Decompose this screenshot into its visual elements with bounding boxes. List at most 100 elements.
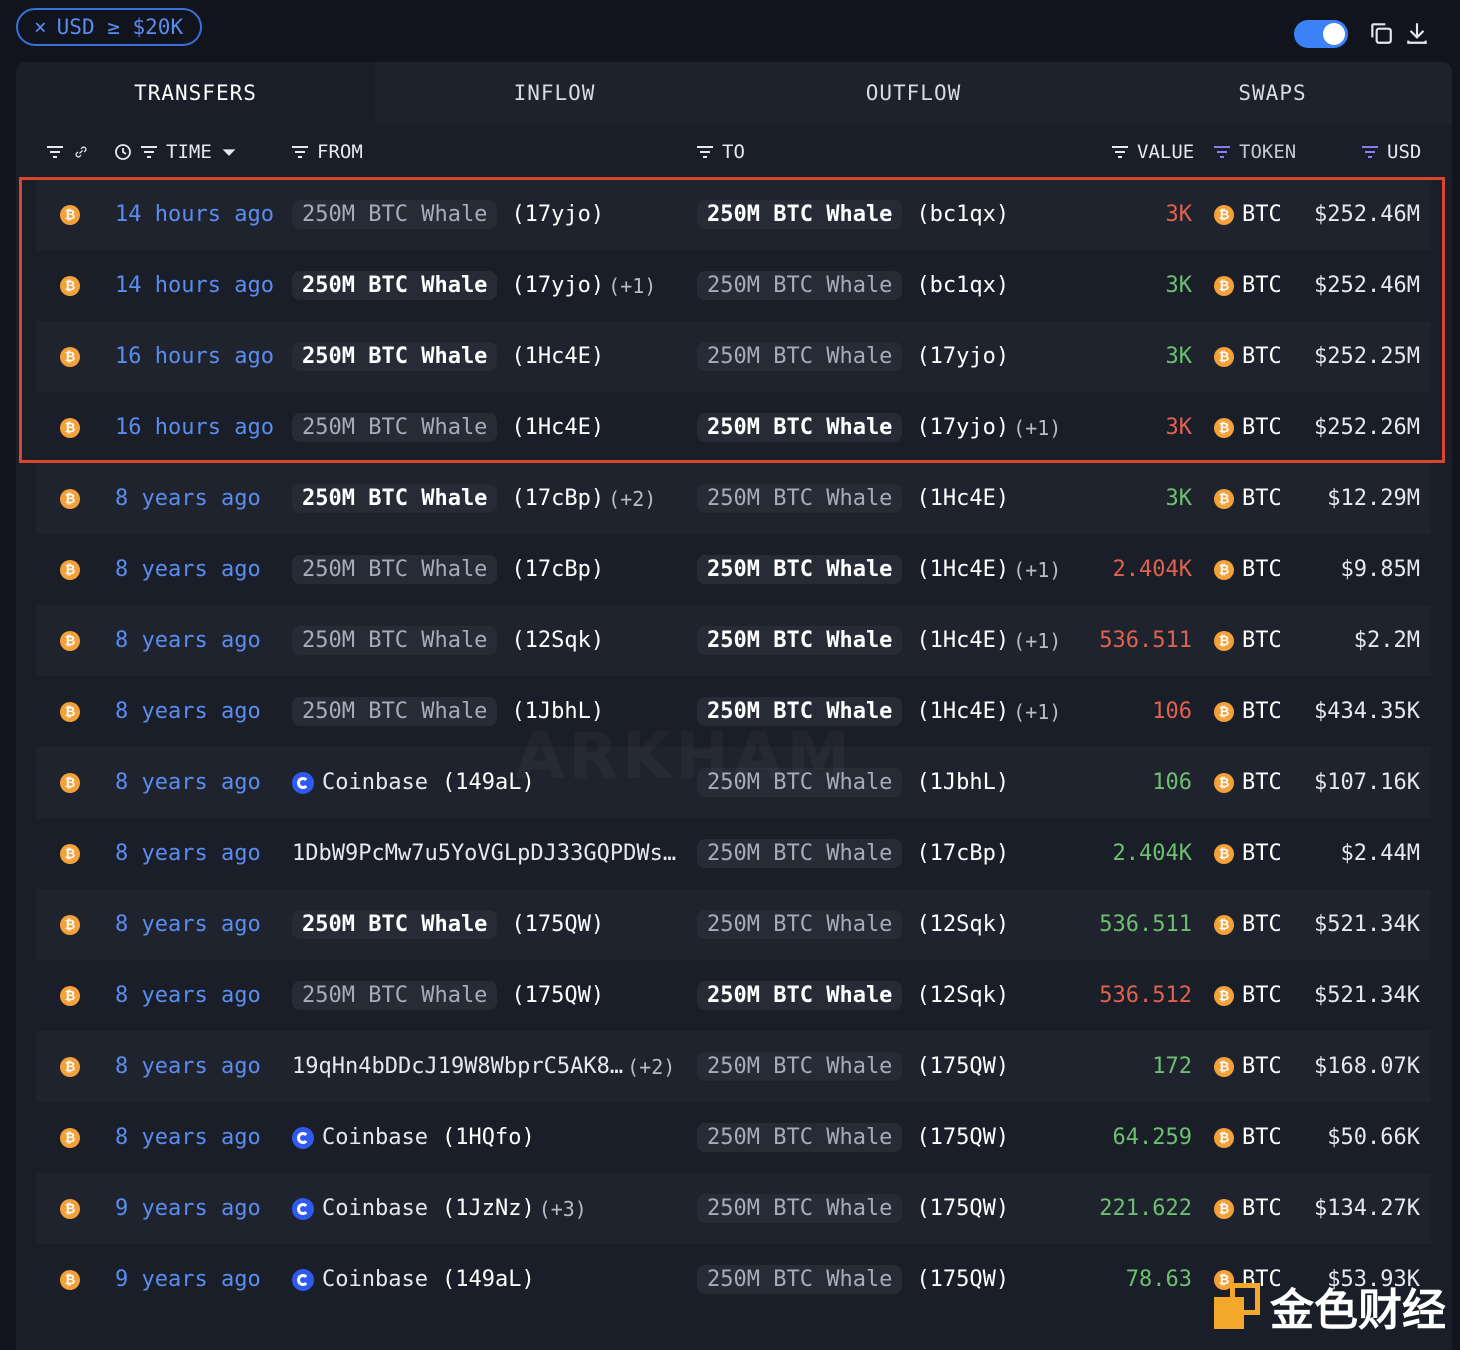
table-row[interactable]: ₿ 8 years ago 250M BTC Whale (175QW) 250M BT… — [36, 960, 1431, 1031]
to-entity-pill[interactable]: 250M BTC Whale — [697, 484, 903, 513]
to-address[interactable]: (bc1qx) — [916, 202, 1009, 227]
to-address[interactable]: (1JbhL) — [916, 770, 1009, 795]
time-cell[interactable]: 8 years ago — [115, 960, 261, 1031]
from-entity-pill[interactable]: 250M BTC Whale — [292, 626, 498, 655]
filter-icon[interactable] — [140, 145, 158, 159]
table-row[interactable]: ₿ 8 years ago 1DbW9PcMw7u5YoVGLpDJ33GQPDWs… — [36, 818, 1431, 889]
from-cell[interactable]: 250M BTC Whale (17cBp) (+2) — [292, 463, 656, 534]
time-cell[interactable]: 8 years ago — [115, 534, 261, 605]
to-entity-pill[interactable]: 250M BTC Whale — [697, 271, 903, 300]
to-address[interactable]: (17cBp) — [916, 841, 1009, 866]
filter-icon[interactable] — [291, 145, 309, 159]
from-entity-pill[interactable]: 250M BTC Whale — [292, 271, 498, 300]
from-cell[interactable]: Coinbase (149aL) — [292, 1244, 535, 1315]
from-cell[interactable]: 1DbW9PcMw7u5YoVGLpDJ33GQPDWs… — [292, 818, 676, 889]
time-cell[interactable]: 8 years ago — [115, 1102, 261, 1173]
view-toggle[interactable] — [1294, 20, 1348, 48]
header-usd[interactable]: USD — [1361, 124, 1421, 180]
from-entity-name[interactable]: Coinbase — [322, 770, 428, 795]
time-cell[interactable]: 8 years ago — [115, 605, 261, 676]
time-cell[interactable]: 14 hours ago — [115, 250, 274, 321]
from-entity-pill[interactable]: 250M BTC Whale — [292, 697, 498, 726]
to-address[interactable]: (17yjo) — [916, 344, 1009, 369]
time-link[interactable]: 8 years ago — [115, 628, 261, 653]
link-icon[interactable] — [72, 145, 90, 159]
time-cell[interactable]: 8 years ago — [115, 463, 261, 534]
from-cell[interactable]: 250M BTC Whale (175QW) — [292, 960, 604, 1031]
from-extra-count[interactable]: (+1) — [608, 274, 656, 298]
to-address[interactable]: (175QW) — [916, 1196, 1009, 1221]
to-cell[interactable]: 250M BTC Whale (17yjo) — [697, 321, 1009, 392]
table-row[interactable]: ₿ 9 years ago Coinbase (1JzNz) (+3) 250M BTC … — [36, 1173, 1431, 1244]
from-cell[interactable]: 250M BTC Whale (12Sqk) — [292, 605, 604, 676]
time-link[interactable]: 14 hours ago — [115, 273, 274, 298]
to-entity-pill[interactable]: 250M BTC Whale — [697, 910, 903, 939]
to-cell[interactable]: 250M BTC Whale (17cBp) — [697, 818, 1009, 889]
from-entity-pill[interactable]: 250M BTC Whale — [292, 555, 498, 584]
from-address[interactable]: (1Hc4E) — [511, 344, 604, 369]
from-address[interactable]: (1JzNz) — [442, 1196, 535, 1221]
time-cell[interactable]: 16 hours ago — [115, 392, 274, 463]
time-cell[interactable]: 16 hours ago — [115, 321, 274, 392]
tab-transfers[interactable]: TRANSFERS — [16, 62, 375, 124]
from-raw-address[interactable]: 19qHn4bDDcJ19W8WbprC5AK8… — [292, 1054, 623, 1079]
from-address[interactable]: (17yjo) — [511, 202, 604, 227]
from-entity-pill[interactable]: 250M BTC Whale — [292, 981, 498, 1010]
table-row[interactable]: ₿ 14 hours ago 250M BTC Whale (17yjo) (+1) 25… — [36, 250, 1431, 321]
to-address[interactable]: (175QW) — [916, 1054, 1009, 1079]
tab-outflow[interactable]: OUTFLOW — [734, 62, 1093, 124]
to-cell[interactable]: 250M BTC Whale (12Sqk) — [697, 960, 1009, 1031]
time-link[interactable]: 8 years ago — [115, 912, 261, 937]
to-address[interactable]: (1Hc4E) — [916, 557, 1009, 582]
tab-swaps[interactable]: SWAPS — [1093, 62, 1452, 124]
to-cell[interactable]: 250M BTC Whale (1Hc4E) (+1) — [697, 534, 1061, 605]
from-cell[interactable]: 250M BTC Whale (17yjo) — [292, 179, 604, 250]
filter-icon[interactable] — [46, 145, 64, 159]
time-link[interactable]: 9 years ago — [115, 1196, 261, 1221]
from-address[interactable]: (175QW) — [511, 912, 604, 937]
time-link[interactable]: 8 years ago — [115, 983, 261, 1008]
filter-icon[interactable] — [1361, 145, 1379, 159]
time-link[interactable]: 8 years ago — [115, 699, 261, 724]
time-cell[interactable]: 8 years ago — [115, 1031, 261, 1102]
to-address[interactable]: (1Hc4E) — [916, 628, 1009, 653]
to-address[interactable]: (12Sqk) — [916, 912, 1009, 937]
header-to[interactable]: TO — [696, 124, 745, 180]
time-link[interactable]: 8 years ago — [115, 770, 261, 795]
to-cell[interactable]: 250M BTC Whale (1Hc4E) — [697, 463, 1009, 534]
time-link[interactable]: 16 hours ago — [115, 344, 274, 369]
to-address[interactable]: (bc1qx) — [916, 273, 1009, 298]
table-row[interactable]: ₿ 8 years ago 250M BTC Whale (12Sqk) 250M BT… — [36, 605, 1431, 676]
time-link[interactable]: 14 hours ago — [115, 202, 274, 227]
table-row[interactable]: ₿ 8 years ago 19qHn4bDDcJ19W8WbprC5AK8… (+2… — [36, 1031, 1431, 1102]
from-cell[interactable]: 250M BTC Whale (1Hc4E) — [292, 392, 604, 463]
to-cell[interactable]: 250M BTC Whale (175QW) — [697, 1244, 1009, 1315]
to-address[interactable]: (175QW) — [916, 1267, 1009, 1292]
table-row[interactable]: ₿ 8 years ago Coinbase (1HQfo) 250M BTC Whal… — [36, 1102, 1431, 1173]
from-raw-address[interactable]: 1DbW9PcMw7u5YoVGLpDJ33GQPDWs… — [292, 841, 676, 866]
from-address[interactable]: (17cBp) — [511, 557, 604, 582]
header-value[interactable]: VALUE — [1111, 124, 1194, 180]
from-entity-pill[interactable]: 250M BTC Whale — [292, 484, 498, 513]
time-cell[interactable]: 9 years ago — [115, 1173, 261, 1244]
to-address[interactable]: (12Sqk) — [916, 983, 1009, 1008]
from-cell[interactable]: Coinbase (1JzNz) (+3) — [292, 1173, 587, 1244]
from-address[interactable]: (149aL) — [442, 1267, 535, 1292]
to-address[interactable]: (175QW) — [916, 1125, 1009, 1150]
chevron-down-icon[interactable] — [220, 145, 238, 159]
close-icon[interactable]: × — [34, 15, 47, 39]
to-cell[interactable]: 250M BTC Whale (bc1qx) — [697, 250, 1009, 321]
time-link[interactable]: 16 hours ago — [115, 415, 274, 440]
filter-icon[interactable] — [696, 145, 714, 159]
table-row[interactable]: ₿ 8 years ago 250M BTC Whale (17cBp) 250M BT… — [36, 534, 1431, 605]
from-address[interactable]: (12Sqk) — [511, 628, 604, 653]
time-link[interactable]: 8 years ago — [115, 557, 261, 582]
to-entity-pill[interactable]: 250M BTC Whale — [697, 981, 903, 1010]
to-entity-pill[interactable]: 250M BTC Whale — [697, 555, 903, 584]
table-row[interactable]: ₿ 16 hours ago 250M BTC Whale (1Hc4E) 250M B… — [36, 321, 1431, 392]
to-entity-pill[interactable]: 250M BTC Whale — [697, 1123, 903, 1152]
from-cell[interactable]: Coinbase (149aL) — [292, 747, 535, 818]
from-extra-count[interactable]: (+3) — [539, 1197, 587, 1221]
to-entity-pill[interactable]: 250M BTC Whale — [697, 839, 903, 868]
to-cell[interactable]: 250M BTC Whale (12Sqk) — [697, 889, 1009, 960]
